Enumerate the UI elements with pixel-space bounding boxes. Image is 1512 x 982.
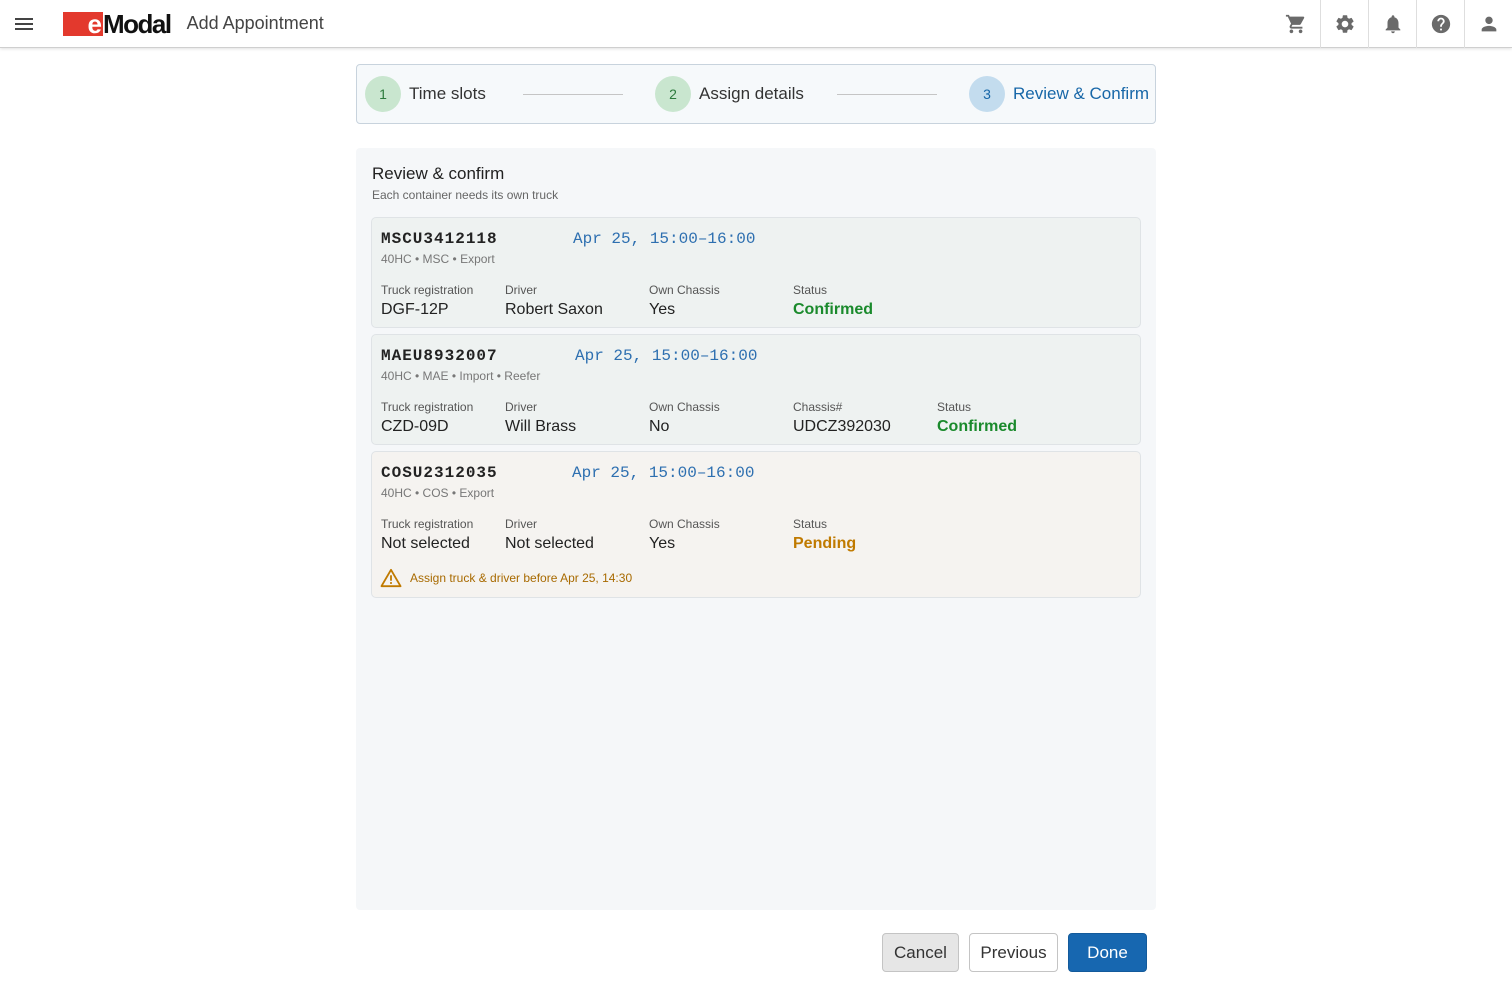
done-button[interactable]: Done — [1068, 933, 1147, 972]
truck-field: Truck registration DGF-12P — [381, 283, 473, 319]
field-label: Chassis# — [793, 400, 843, 414]
container-number: MAEU8932007 — [381, 347, 498, 365]
cart-button[interactable] — [1272, 0, 1320, 48]
field-label: Truck registration — [381, 283, 474, 297]
step-number: 3 — [969, 76, 1005, 112]
field-label: Driver — [505, 400, 537, 414]
truck-value: Not selected — [381, 535, 470, 552]
field-label: Own Chassis — [649, 517, 720, 531]
status-badge: Confirmed — [937, 418, 1017, 435]
container-card: COSU2312035 Apr 25, 15:00–16:00 40HC • C… — [371, 451, 1141, 598]
gear-icon — [1335, 15, 1354, 33]
step-connector — [523, 94, 623, 95]
own-chassis-field: Own Chassis Yes — [649, 283, 720, 319]
own-chassis-field: Own Chassis Yes — [649, 517, 720, 553]
status-badge: Pending — [793, 535, 857, 552]
truck-value: DGF-12P — [381, 301, 449, 318]
driver-field: Driver Will Brass — [505, 400, 576, 436]
driver-field: Driver Robert Saxon — [505, 283, 603, 319]
container-card: MAEU8932007 Apr 25, 15:00–16:00 40HC • M… — [371, 334, 1141, 445]
field-label: Truck registration — [381, 400, 474, 414]
menu-icon — [15, 15, 33, 33]
slot-time: Apr 25, 15:00–16:00 — [573, 230, 756, 248]
driver-value: Not selected — [505, 535, 594, 552]
review-panel: Review & confirm Each container needs it… — [356, 148, 1156, 910]
step-assign-details[interactable]: 2 Assign details — [655, 76, 804, 112]
step-number: 2 — [655, 76, 691, 112]
step-connector — [837, 94, 937, 95]
page-title: Add Appointment — [186, 13, 324, 33]
container-meta: 40HC • MSC • Export — [381, 252, 495, 266]
step-label: Review & Confirm — [1013, 84, 1150, 103]
truck-value: CZD-09D — [381, 418, 449, 435]
step-label: Time slots — [409, 84, 486, 103]
assign-warning: Assign truck & driver before Apr 25, 14:… — [380, 568, 632, 588]
logo-e-mark: e — [63, 11, 103, 37]
warning-icon — [380, 568, 402, 588]
bell-icon — [1385, 15, 1400, 34]
driver-value: Will Brass — [505, 418, 577, 435]
step-number: 1 — [365, 76, 401, 112]
account-button[interactable] — [1464, 0, 1512, 48]
chassis-number-value: UDCZ392030 — [793, 418, 891, 435]
appointment-stepper: 1 Time slots 2 Assign details 3 Review &… — [356, 64, 1156, 124]
own-chassis-value: No — [649, 418, 670, 435]
notifications-button[interactable] — [1368, 0, 1416, 48]
container-card: MSCU3412118 Apr 25, 15:00–16:00 40HC • M… — [371, 217, 1141, 328]
own-chassis-field: Own Chassis No — [649, 400, 720, 436]
help-button[interactable] — [1416, 0, 1464, 48]
driver-field: Driver Not selected — [505, 517, 594, 553]
container-meta: 40HC • COS • Export — [381, 486, 495, 500]
step-label: Assign details — [699, 84, 804, 103]
field-label: Own Chassis — [649, 400, 720, 414]
field-label: Status — [793, 517, 828, 531]
container-number: MSCU3412118 — [381, 230, 498, 248]
status-badge: Confirmed — [793, 301, 873, 318]
emodal-logo[interactable]: e Modal — [63, 8, 172, 39]
slot-time: Apr 25, 15:00–16:00 — [575, 347, 758, 365]
status-field: Status Confirmed — [793, 283, 873, 319]
panel-title: Review & confirm — [372, 164, 505, 183]
cart-icon — [1285, 14, 1305, 34]
field-label: Status — [937, 400, 972, 414]
field-label: Truck registration — [381, 517, 474, 531]
own-chassis-value: Yes — [649, 301, 676, 318]
top-app-bar: e Modal Add Appointment — [0, 0, 1512, 48]
hamburger-menu-button[interactable] — [0, 0, 48, 48]
user-icon — [1481, 16, 1496, 32]
driver-value: Robert Saxon — [505, 301, 603, 318]
container-meta: 40HC • MAE • Import • Reefer — [381, 369, 541, 383]
container-number: COSU2312035 — [381, 464, 498, 482]
cancel-button[interactable]: Cancel — [882, 933, 959, 972]
step-review-confirm[interactable]: 3 Review & Confirm — [969, 76, 1149, 112]
field-label: Driver — [505, 283, 537, 297]
field-label: Status — [793, 283, 828, 297]
warning-text: Assign truck & driver before Apr 25, 14:… — [410, 571, 633, 585]
status-field: Status Confirmed — [937, 400, 1017, 436]
own-chassis-value: Yes — [649, 535, 676, 552]
truck-field: Truck registration CZD-09D — [381, 400, 473, 436]
slot-time: Apr 25, 15:00–16:00 — [572, 464, 755, 482]
previous-button[interactable]: Previous — [969, 933, 1058, 972]
field-label: Own Chassis — [649, 283, 720, 297]
settings-button[interactable] — [1320, 0, 1368, 48]
chassis-number-field: Chassis# UDCZ392030 — [793, 400, 891, 436]
field-label: Driver — [505, 517, 537, 531]
status-field: Status Pending — [793, 517, 856, 553]
logo-wordmark: Modal — [103, 8, 172, 39]
step-time-slots[interactable]: 1 Time slots — [365, 76, 486, 112]
truck-field: Truck registration Not selected — [381, 517, 473, 553]
help-icon — [1431, 14, 1450, 34]
panel-subtitle: Each container needs its own truck — [372, 188, 559, 202]
top-icon-group — [1272, 0, 1512, 48]
